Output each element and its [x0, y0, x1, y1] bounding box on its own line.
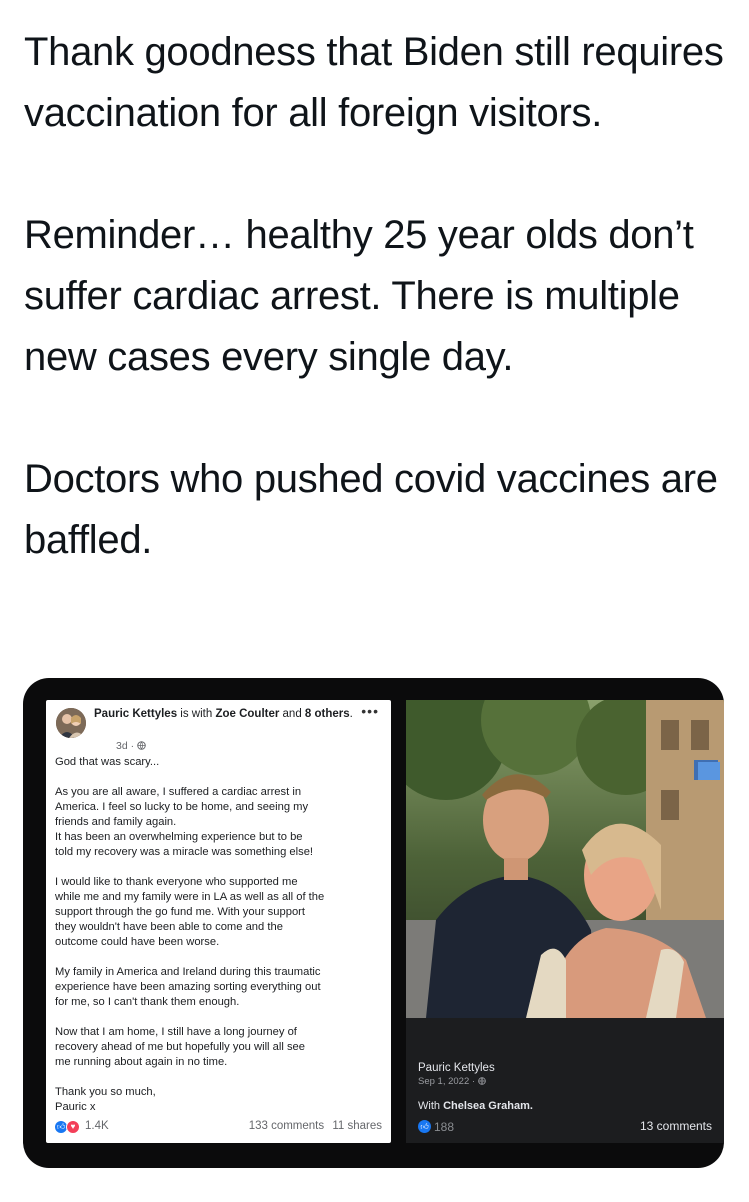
post-paragraph: Now that I am home, I still have a long …	[55, 1026, 305, 1068]
photo-footer: 👍︎ 188 13 comments	[418, 1119, 712, 1135]
tweet-paragraph: Doctors who pushed covid vaccines are ba…	[24, 457, 718, 562]
shares-count[interactable]: 11 shares	[332, 1120, 382, 1132]
post-header: Pauric Kettyles is with Zoe Coulter and …	[94, 708, 353, 720]
avatar	[56, 708, 86, 738]
post-body: God that was scary... As you are all awa…	[55, 755, 383, 1130]
tweet-media[interactable]: Pauric Kettyles is with Zoe Coulter and …	[23, 678, 724, 1168]
love-reaction-icon: ♥	[66, 1119, 80, 1134]
reactions[interactable]: 👍︎ ♥ 1.4K	[55, 1119, 109, 1134]
post-footer: 👍︎ ♥ 1.4K 133 comments 11 shares	[55, 1119, 382, 1135]
ellipsis-icon[interactable]: •••	[361, 704, 379, 719]
photo-post: Pauric Kettyles Sep 1, 2022 · With Chels…	[406, 700, 724, 1143]
others-link[interactable]: 8 others	[305, 708, 350, 720]
post-paragraph: I would like to thank everyone who suppo…	[55, 876, 325, 948]
with-label: With	[418, 1100, 444, 1112]
with-text: is with	[177, 708, 216, 720]
photo-caption: Pauric Kettyles Sep 1, 2022 · With Chels…	[418, 1061, 533, 1113]
tweet-paragraph: Thank goodness that Biden still requires…	[24, 30, 724, 135]
with-line: With Chelsea Graham.	[418, 1099, 533, 1113]
globe-icon	[137, 740, 146, 752]
tagged-name[interactable]: Chelsea Graham.	[443, 1100, 533, 1112]
post-time: 3d ·	[116, 739, 146, 754]
tagged-name[interactable]: Zoe Coulter	[215, 708, 279, 720]
likes-count: 188	[434, 1119, 455, 1134]
tweet-paragraph: Reminder… healthy 25 year olds don’t suf…	[24, 213, 694, 379]
post-paragraph: My family in America and Ireland during …	[55, 966, 321, 1008]
reactions-count: 1.4K	[85, 1120, 109, 1132]
like-icon[interactable]: 👍︎	[418, 1120, 431, 1134]
post-paragraph: Thank you so much, Pauric x	[55, 1086, 156, 1113]
engagement-counts: 133 comments 11 shares	[249, 1119, 382, 1134]
comments-count[interactable]: 13 comments	[640, 1119, 712, 1133]
date-text: Sep 1, 2022 ·	[418, 1076, 476, 1087]
post-paragraph: As you are all aware, I suffered a cardi…	[55, 786, 314, 858]
post-date: Sep 1, 2022 ·	[418, 1075, 533, 1089]
couple-photo[interactable]	[406, 700, 724, 1018]
tweet-text: Thank goodness that Biden still requires…	[24, 22, 729, 571]
author-name[interactable]: Pauric Kettyles	[94, 708, 177, 720]
globe-icon	[477, 1076, 486, 1087]
facebook-post-screenshot: Pauric Kettyles is with Zoe Coulter and …	[46, 700, 391, 1143]
author-name[interactable]: Pauric Kettyles	[418, 1061, 533, 1075]
comments-count[interactable]: 133 comments	[249, 1120, 324, 1132]
and-text: and	[279, 708, 305, 720]
time-text: 3d ·	[116, 740, 135, 752]
post-paragraph: God that was scary...	[55, 756, 160, 768]
